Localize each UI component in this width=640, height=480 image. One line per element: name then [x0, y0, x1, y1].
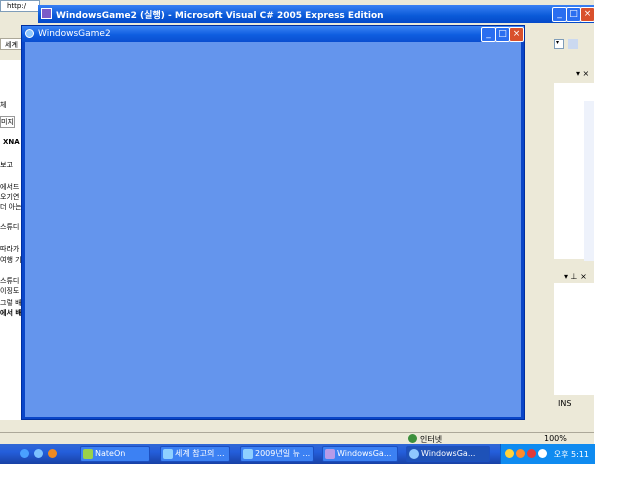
- page-text: 보고: [0, 161, 13, 169]
- ie-tab-label: 세계: [5, 41, 18, 49]
- maximize-button[interactable]: □: [566, 7, 581, 22]
- tray-icon[interactable]: [538, 449, 547, 458]
- ie-icon: [243, 449, 253, 459]
- firefox-icon[interactable]: [48, 449, 57, 458]
- ie-address-label: http:/: [7, 2, 27, 10]
- vs-toolbar-icon[interactable]: [568, 39, 578, 49]
- scrollbar[interactable]: [584, 101, 594, 261]
- quick-launch: [0, 444, 80, 464]
- game-maximize-button[interactable]: □: [495, 27, 510, 42]
- game-close-button[interactable]: ×: [509, 27, 524, 42]
- chevron-down-icon: ▾: [556, 39, 560, 46]
- taskbar-label: WindowsGa...: [337, 449, 392, 458]
- tray-icon[interactable]: [505, 449, 514, 458]
- page-text: 그렇 배: [0, 299, 22, 307]
- game-canvas[interactable]: [25, 42, 521, 417]
- ie-icon[interactable]: [34, 449, 43, 458]
- game-window-title: WindowsGame2: [38, 29, 111, 39]
- zoom-level[interactable]: 100%: [544, 434, 567, 443]
- page-text: 따라가: [0, 245, 20, 253]
- system-tray: 오후 5:11: [500, 444, 595, 464]
- tray-icon[interactable]: [516, 449, 525, 458]
- page-heading: XNA: [3, 138, 20, 146]
- vs-window-title: WindowsGame2 (실행) - Microsoft Visual C# …: [56, 11, 384, 21]
- vs-side-panel: ▾ ▾ × ▾ ⊥ × INS: [554, 23, 594, 432]
- page-text: 오기연: [0, 193, 20, 201]
- taskbar-button-game[interactable]: WindowsGa...: [406, 446, 490, 462]
- game-app-icon: [25, 29, 34, 38]
- vs-app-icon: [41, 8, 52, 19]
- taskbar-label: 세계 참고의 ...: [175, 449, 225, 458]
- page-button[interactable]: 미지: [0, 116, 15, 128]
- vs-icon: [325, 449, 335, 459]
- ie-page-content: 체 미지 XNA 보고 에서드 오기연 더 아는 스튜디 따라가 여행 기 스튜…: [0, 60, 22, 420]
- page-text: 스튜디: [0, 277, 20, 285]
- page-text: 이징도: [0, 287, 20, 295]
- taskbar-button-vs[interactable]: WindowsGa...: [322, 446, 398, 462]
- game-window: WindowsGame2 _ □ ×: [21, 25, 525, 420]
- status-ins: INS: [558, 399, 572, 408]
- game-titlebar[interactable]: WindowsGame2 _ □ ×: [22, 26, 524, 42]
- game-minimize-button[interactable]: _: [481, 27, 496, 42]
- panel-body-2: [554, 283, 594, 395]
- taskbar-button-ie-1[interactable]: 세계 참고의 ...: [160, 446, 230, 462]
- taskbar-button-nateon[interactable]: NateOn: [80, 446, 150, 462]
- page-text: 여행 기: [0, 256, 22, 264]
- ie-tab[interactable]: 세계: [0, 38, 22, 50]
- page-text: 스튜디: [0, 223, 20, 231]
- taskbar: NateOn 세계 참고의 ... 2009년일 뉴 ... WindowsGa…: [0, 444, 595, 464]
- game-icon: [409, 449, 419, 459]
- clock[interactable]: 오후 5:11: [554, 449, 589, 460]
- panel-pin-icon[interactable]: ▾ ⊥ ×: [564, 272, 587, 281]
- ie-address-bar[interactable]: http:/: [0, 0, 40, 12]
- minimize-button[interactable]: _: [552, 7, 567, 22]
- close-button[interactable]: ×: [580, 7, 595, 22]
- page-text: 더 아는: [0, 203, 22, 211]
- panel-close-icon[interactable]: ▾ ×: [576, 69, 589, 78]
- vs-dropdown[interactable]: ▾: [554, 39, 564, 49]
- taskbar-label: 2009년일 뉴 ...: [255, 449, 311, 458]
- globe-icon: [408, 434, 417, 443]
- taskbar-label: NateOn: [95, 449, 126, 458]
- vs-titlebar[interactable]: WindowsGame2 (실행) - Microsoft Visual C# …: [38, 5, 595, 23]
- taskbar-label: WindowsGa...: [421, 449, 476, 458]
- page-text: 에서드: [0, 183, 20, 191]
- ie-icon: [163, 449, 173, 459]
- quicklaunch-icon[interactable]: [20, 449, 29, 458]
- nateon-icon: [83, 449, 93, 459]
- tray-icon[interactable]: [527, 449, 536, 458]
- taskbar-button-ie-2[interactable]: 2009년일 뉴 ...: [240, 446, 314, 462]
- page-text: 체: [0, 101, 7, 109]
- page-text: 에서 배: [0, 309, 22, 317]
